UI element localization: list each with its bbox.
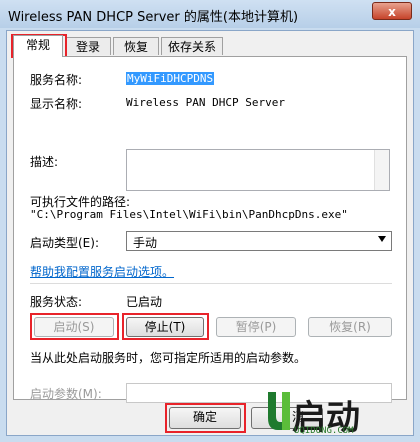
start-params-label: 启动参数(M): [30,387,102,401]
description-scrollbar[interactable] [374,150,389,190]
tab-general[interactable]: 常规 [13,35,63,57]
chevron-down-icon [378,236,386,242]
pause-button[interactable]: 暂停(P) [216,317,296,337]
title-bar[interactable]: Wireless PAN DHCP Server 的属性(本地计算机) x [0,0,420,28]
startup-type-select[interactable]: 手动 [126,231,392,251]
tab-logon[interactable]: 登录 [65,37,111,55]
resume-button[interactable]: 恢复(R) [308,317,392,337]
general-panel: 服务名称: MyWiFiDHCPDNS 显示名称: Wireless PAN D… [13,56,407,403]
display-name-label: 显示名称: [30,97,83,111]
close-button[interactable]: x [372,2,412,20]
service-name-value[interactable]: MyWiFiDHCPDNS [126,72,215,85]
startup-type-label: 启动类型(E): [30,236,99,250]
startup-type-value: 手动 [133,236,158,250]
service-name-label: 服务名称: [30,73,83,87]
help-configure-link[interactable]: 帮助我配置服务启动选项。 [30,263,174,280]
service-status-label: 服务状态: [30,295,83,309]
tab-recovery[interactable]: 恢复 [113,37,159,55]
start-params-hint: 当从此处启动服务时，您可指定所适用的启动参数。 [30,351,307,365]
exe-path-value[interactable]: "C:\Program Files\Intel\WiFi\bin\PanDhcp… [30,208,348,221]
watermark-site: UQIDONG.COM [294,426,354,436]
ok-button[interactable]: 确定 [169,407,241,429]
tab-dependencies[interactable]: 依存关系 [161,37,223,55]
service-status-value: 已启动 [126,295,163,309]
description-textbox[interactable] [126,149,390,191]
dialog-client: 常规 登录 恢复 依存关系 服务名称: MyWiFiDHCPDNS 显示名称: … [6,30,414,436]
start-button[interactable]: 启动(S) [34,317,114,337]
properties-window: Wireless PAN DHCP Server 的属性(本地计算机) x 常规… [0,0,420,442]
display-name-value[interactable]: Wireless PAN DHCP Server [126,96,285,109]
divider [30,283,392,284]
stop-button[interactable]: 停止(T) [126,317,204,337]
description-label: 描述: [30,155,59,169]
watermark-logo: 启动 UQIDONG.COM [264,390,414,438]
u-logo-icon [268,392,290,430]
window-title: Wireless PAN DHCP Server 的属性(本地计算机) [8,10,299,25]
